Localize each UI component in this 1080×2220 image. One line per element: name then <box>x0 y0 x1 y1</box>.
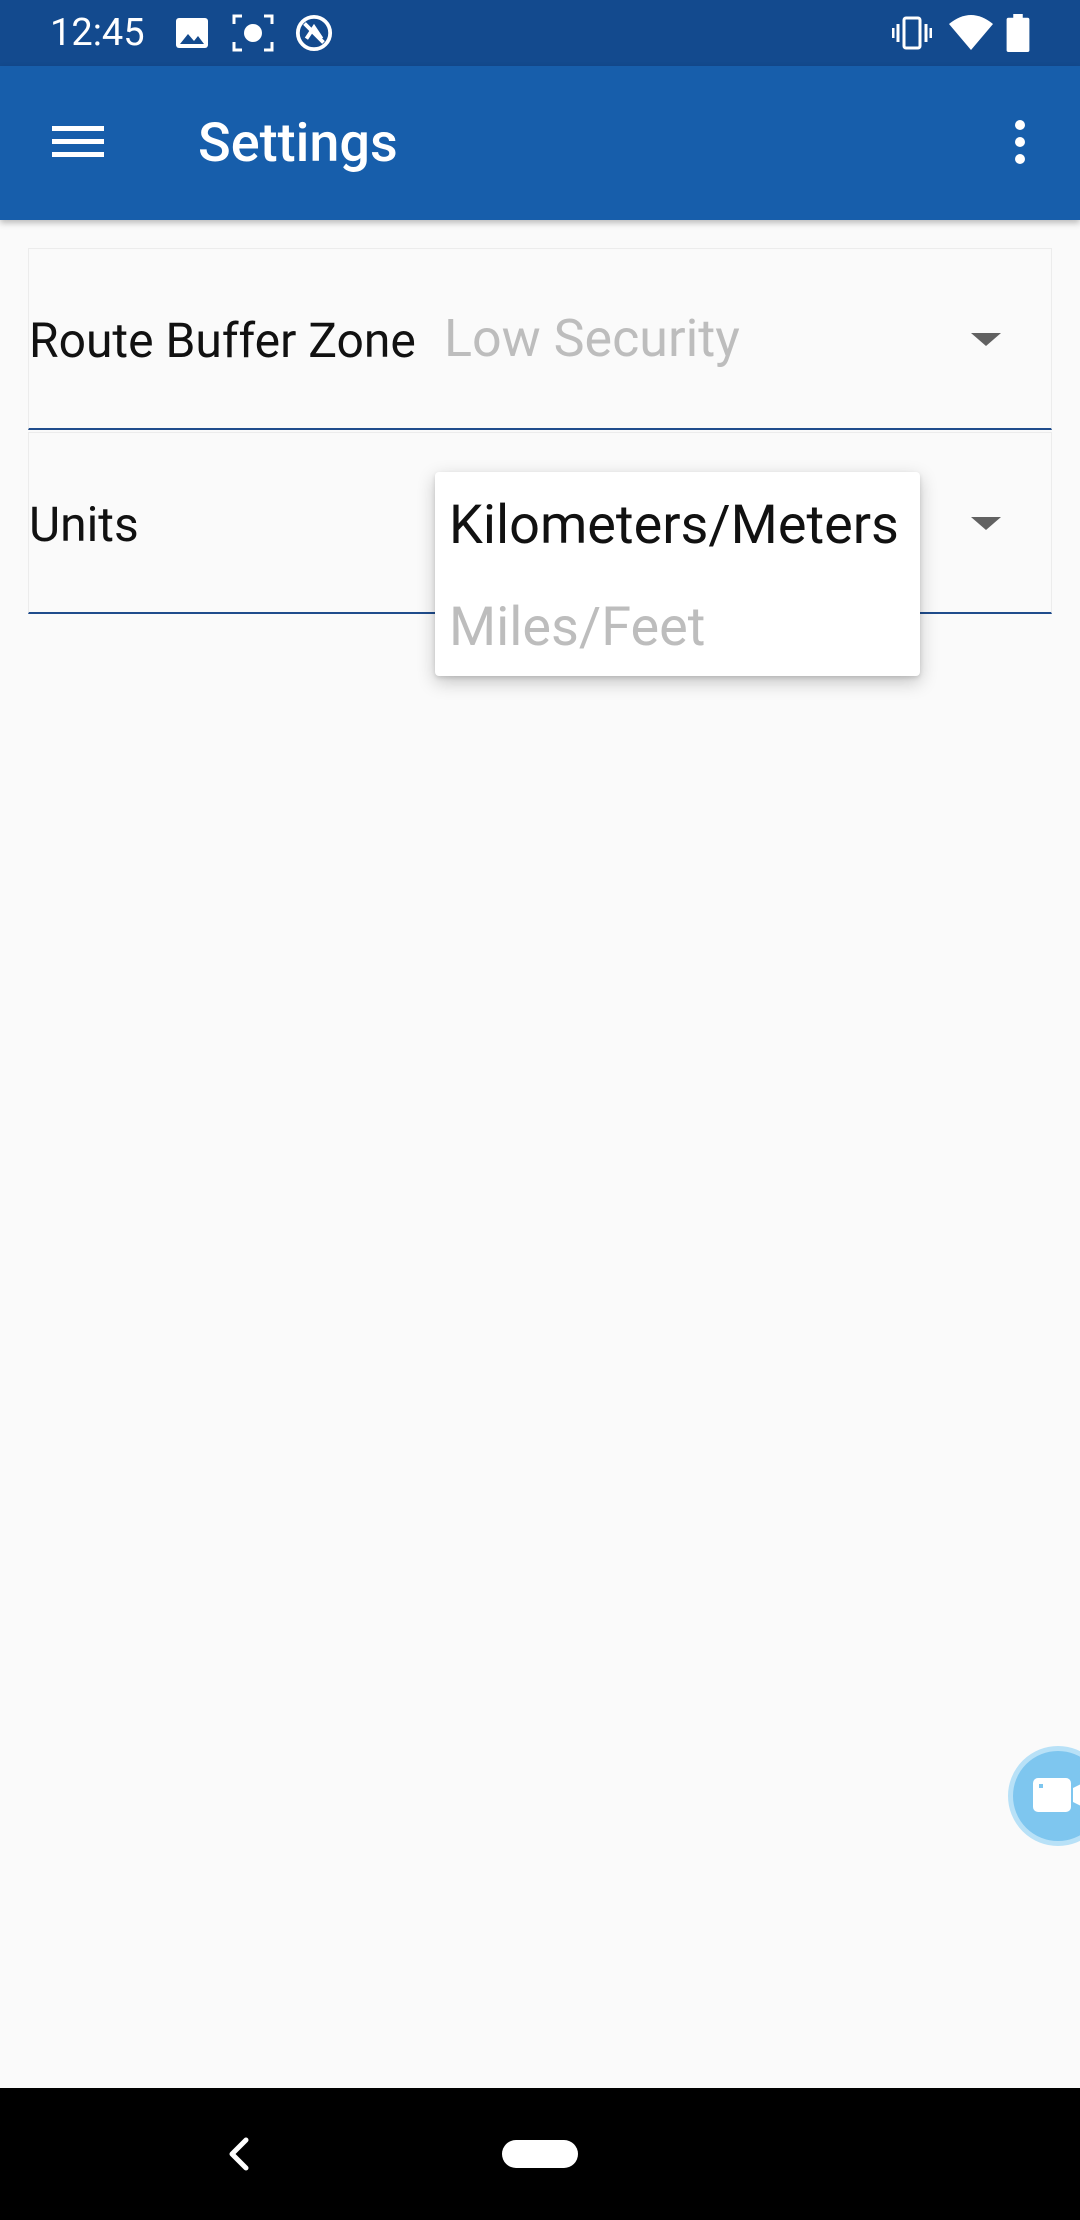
hamburger-menu-icon[interactable] <box>32 106 122 178</box>
image-icon <box>176 18 208 48</box>
dropdown-option-kilometers-meters[interactable]: Kilometers/Meters <box>449 494 899 558</box>
app-bar: Settings <box>0 66 1080 220</box>
page-title: Settings <box>198 112 398 175</box>
system-nav-bar <box>0 2088 1080 2220</box>
units-dropdown-menu: Kilometers/Meters Miles/Feet <box>435 472 920 676</box>
dropdown-option-miles-feet[interactable]: Miles/Feet <box>449 596 705 660</box>
route-buffer-zone-spinner[interactable]: Low Security <box>444 289 1044 389</box>
home-pill-icon[interactable] <box>502 2140 578 2168</box>
video-camera-fab[interactable] <box>1008 1746 1080 1846</box>
status-bar: 12:45 <box>0 0 1080 66</box>
vibrate-icon <box>892 16 932 50</box>
video-camera-icon <box>1033 1778 1080 1812</box>
route-buffer-zone-value: Low Security <box>444 308 740 369</box>
battery-icon <box>1006 14 1030 52</box>
wifi-icon <box>949 15 993 50</box>
back-chevron-icon[interactable] <box>210 2122 270 2186</box>
status-time: 12:45 <box>50 11 145 55</box>
dropdown-arrow-icon <box>971 333 1001 346</box>
more-vert-icon[interactable] <box>990 106 1050 178</box>
vpn-icon <box>295 14 333 52</box>
units-label: Units <box>29 496 139 553</box>
route-buffer-zone-label: Route Buffer Zone <box>29 312 416 369</box>
screenshot-icon <box>232 14 274 52</box>
route-buffer-zone-row: Route Buffer Zone Low Security <box>28 248 1052 430</box>
dropdown-arrow-icon <box>971 517 1001 530</box>
